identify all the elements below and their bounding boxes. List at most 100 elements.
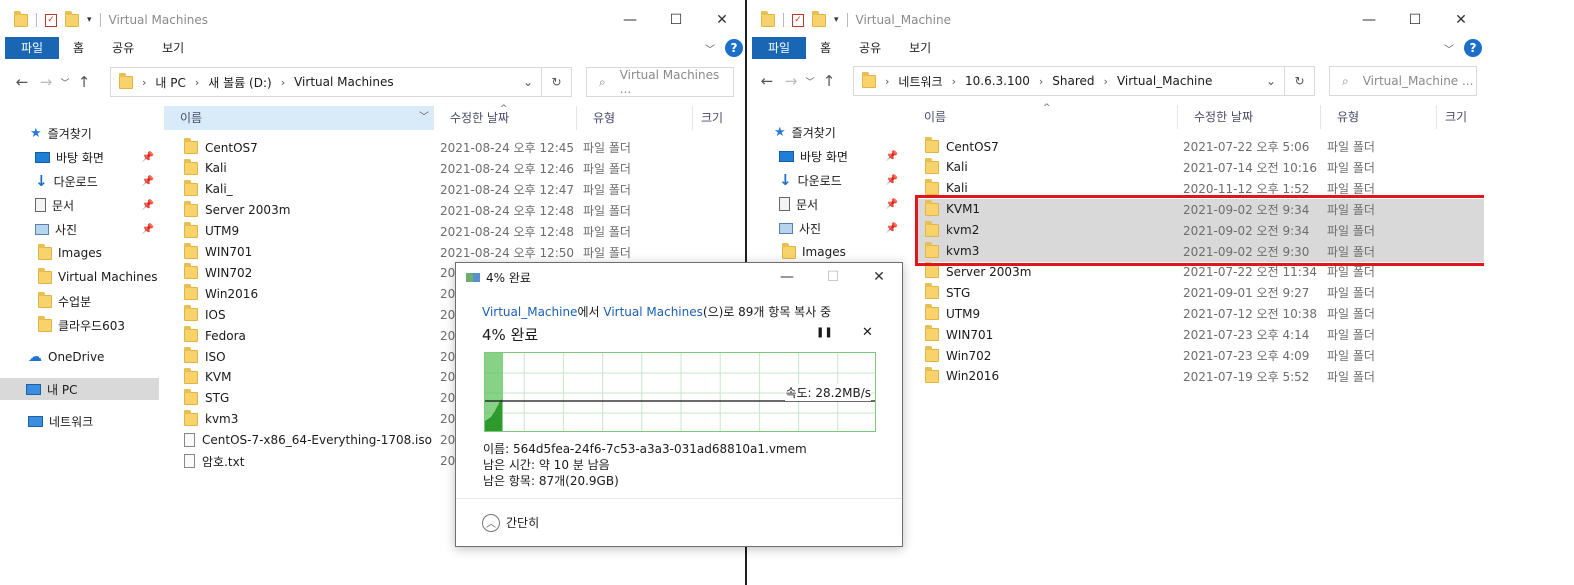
column-date-modified[interactable]: 수정한 날짜 (434, 106, 577, 130)
sidebar-item-quick-access[interactable]: ★ 즐겨찾기 (30, 122, 160, 144)
close-icon[interactable]: ✕ (1438, 4, 1484, 36)
help-icon[interactable]: ? (725, 39, 743, 57)
minimize-icon[interactable]: — (607, 4, 653, 36)
tab-home[interactable]: 홈 (59, 37, 98, 59)
forward-arrow-icon[interactable]: → (34, 73, 58, 91)
up-arrow-icon[interactable]: ↑ (72, 73, 96, 91)
sidebar-item-desktop[interactable]: 바탕 화면 📌 (779, 145, 904, 167)
sidebar-item-downloads[interactable]: ↓ 다운로드 📌 (779, 169, 904, 191)
chevron-up-icon[interactable]: ︿ (482, 513, 500, 532)
refresh-icon[interactable]: ↻ (1284, 67, 1314, 95)
list-item[interactable]: Kali 2021-07-14 오전 10:16 파일 폴더 (917, 157, 1484, 178)
sidebar-item-documents[interactable]: 문서 📌 (35, 194, 160, 216)
list-item[interactable]: WIN701 2021-07-23 오후 4:14 파일 폴더 (917, 324, 1484, 345)
sidebar-item-quick-access[interactable]: ★ 즐겨찾기 (774, 121, 904, 143)
forward-arrow-icon[interactable]: → (779, 72, 803, 90)
tab-view[interactable]: 보기 (895, 37, 945, 59)
list-item[interactable]: Server 2003m 2021-08-24 오후 12:48 파일 폴더 (164, 200, 744, 221)
pin-icon[interactable]: 📌 (142, 152, 154, 163)
sidebar-item-pictures[interactable]: 사진 📌 (35, 218, 160, 240)
sidebar-item-pictures[interactable]: 사진 📌 (779, 217, 904, 239)
maximize-icon[interactable]: ☐ (810, 263, 856, 291)
tab-share[interactable]: 공유 (845, 37, 895, 59)
cancel-button[interactable]: ✕ (862, 325, 873, 340)
properties-icon[interactable]: ✓ (792, 13, 804, 27)
sidebar-item-documents[interactable]: 문서 📌 (779, 193, 904, 215)
sidebar-item-downloads[interactable]: ↓ 다운로드 📌 (35, 170, 160, 192)
new-folder-icon[interactable] (812, 10, 826, 27)
properties-icon[interactable]: ✓ (45, 13, 57, 27)
pin-icon[interactable]: 📌 (142, 200, 154, 211)
minimize-icon[interactable]: — (764, 263, 810, 291)
sidebar-item-network[interactable]: 네트워크 (28, 410, 160, 432)
column-type[interactable]: 유형 (1321, 105, 1437, 129)
minimize-icon[interactable]: — (1346, 4, 1392, 36)
column-dropdown-icon[interactable]: ﹀ (419, 106, 429, 130)
tab-view[interactable]: 보기 (148, 37, 198, 59)
breadcrumb[interactable]: 10.6.3.100 (965, 74, 1030, 88)
new-folder-icon[interactable] (65, 10, 79, 27)
close-icon[interactable]: ✕ (699, 4, 745, 36)
sidebar-item-class[interactable]: 수업분 (38, 290, 160, 312)
list-item[interactable]: STG 2021-09-01 오전 9:27 파일 폴더 (917, 282, 1484, 303)
tab-share[interactable]: 공유 (98, 37, 148, 59)
column-type[interactable]: 유형 (577, 106, 693, 130)
maximize-icon[interactable]: ☐ (1392, 4, 1438, 36)
pin-icon[interactable]: 📌 (142, 224, 154, 235)
address-bar[interactable]: › 내 PC › 새 볼륨 (D:) › Virtual Machines ⌄ … (110, 67, 572, 97)
less-details-button[interactable]: 간단히 (506, 514, 539, 531)
column-size[interactable]: 크기 (693, 106, 743, 130)
sidebar-item-images[interactable]: Images (782, 241, 904, 263)
list-item[interactable]: WIN701 2021-08-24 오후 12:50 파일 폴더 (164, 242, 744, 263)
tab-home[interactable]: 홈 (806, 37, 845, 59)
source-link[interactable]: Virtual_Machine (482, 305, 577, 319)
pin-icon[interactable]: 📌 (142, 176, 154, 187)
list-item[interactable]: Kali 2021-08-24 오후 12:46 파일 폴더 (164, 158, 744, 179)
list-item[interactable]: Win702 2021-07-23 오후 4:09 파일 폴더 (917, 345, 1484, 366)
search-input[interactable]: ⌕ Virtual Machines ... (586, 67, 734, 97)
list-item[interactable]: UTM9 2021-08-24 오후 12:48 파일 폴더 (164, 221, 744, 242)
destination-link[interactable]: Virtual Machines (603, 305, 703, 319)
customize-qat-icon[interactable]: ▾ (834, 15, 839, 25)
sidebar-item-cloud603[interactable]: 클라우드603 (38, 314, 160, 336)
breadcrumb[interactable]: 내 PC (155, 74, 185, 91)
list-item[interactable]: CentOS7 2021-07-22 오후 5:06 파일 폴더 (917, 136, 1484, 157)
sidebar-item-this-pc[interactable]: 내 PC (0, 378, 159, 400)
list-item[interactable]: UTM9 2021-07-12 오전 10:38 파일 폴더 (917, 303, 1484, 324)
expand-ribbon-icon[interactable]: ﹀ (1444, 41, 1454, 56)
address-bar[interactable]: › 네트워크 › 10.6.3.100 › Shared › Virtual_M… (853, 66, 1315, 96)
back-arrow-icon[interactable]: ← (10, 73, 34, 91)
sidebar-item-images[interactable]: Images (38, 242, 160, 264)
pin-icon[interactable]: 📌 (886, 223, 898, 234)
pin-icon[interactable]: 📌 (886, 151, 898, 162)
back-arrow-icon[interactable]: ← (755, 72, 779, 90)
list-item[interactable]: Win2016 2021-07-19 오후 5:52 파일 폴더 (917, 366, 1484, 387)
recent-locations-icon[interactable]: ﹀ (803, 75, 817, 88)
list-item[interactable]: CentOS7 2021-08-24 오후 12:45 파일 폴더 (164, 137, 744, 158)
maximize-icon[interactable]: ☐ (653, 4, 699, 36)
pin-icon[interactable]: 📌 (886, 175, 898, 186)
customize-qat-icon[interactable]: ▾ (87, 15, 92, 25)
column-name[interactable]: 이름 ^ (908, 103, 1178, 129)
expand-ribbon-icon[interactable]: ﹀ (705, 41, 715, 56)
sidebar-item-desktop[interactable]: 바탕 화면 📌 (35, 146, 160, 168)
list-item[interactable]: Kali_ 2021-08-24 오후 12:47 파일 폴더 (164, 179, 744, 200)
breadcrumb[interactable]: Virtual_Machine (1117, 74, 1212, 88)
close-icon[interactable]: ✕ (856, 263, 902, 291)
sidebar-item-virtual-machines[interactable]: Virtual Machines (38, 266, 160, 288)
tab-file[interactable]: 파일 (752, 37, 806, 59)
recent-locations-icon[interactable]: ﹀ (58, 76, 72, 89)
column-name[interactable]: 이름 ^ ﹀ (164, 104, 508, 130)
breadcrumb[interactable]: Shared (1052, 74, 1094, 88)
up-arrow-icon[interactable]: ↑ (817, 72, 841, 90)
breadcrumb[interactable]: 네트워크 (898, 73, 942, 90)
refresh-icon[interactable]: ↻ (541, 68, 571, 96)
sidebar-item-onedrive[interactable]: ☁ OneDrive (28, 346, 160, 368)
chevron-down-icon[interactable]: ⌄ (515, 75, 541, 89)
column-size[interactable]: 크기 (1437, 105, 1484, 129)
chevron-down-icon[interactable]: ⌄ (1258, 74, 1284, 88)
help-icon[interactable]: ? (1464, 39, 1482, 57)
tab-file[interactable]: 파일 (5, 37, 59, 59)
pin-icon[interactable]: 📌 (886, 199, 898, 210)
column-date-modified[interactable]: 수정한 날짜 (1178, 105, 1321, 129)
